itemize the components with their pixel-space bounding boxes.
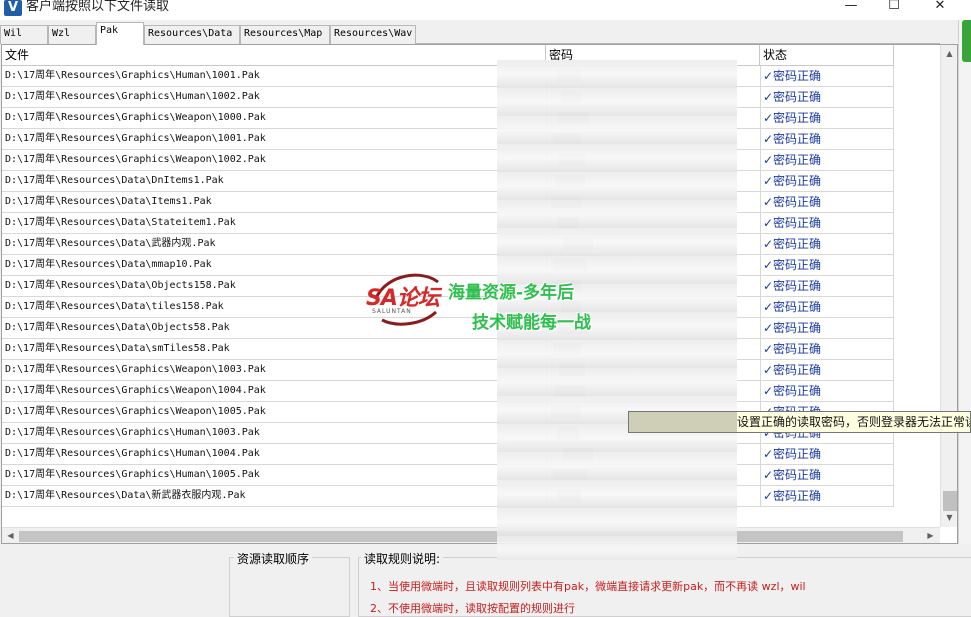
file-path-cell: D:\17周年\Resources\Graphics\Weapon\1001.P… [5,133,266,144]
list-header: 文件 密码 状态 [2,45,894,66]
file-path-cell: D:\17周年\Resources\Data\新武器衣服内观.Pak [5,490,246,501]
watermark-logo-subtext: SALUNTAN [372,308,412,315]
tooltip-text: 设置正确的读取密码，否则登录器无法正常读 [737,415,971,429]
background-green-button [962,20,971,62]
status-cell: ✓密码正确 [760,129,894,149]
scroll-left-icon[interactable]: ◀ [2,527,19,543]
status-cell: ✓密码正确 [760,360,894,380]
status-cell: ✓密码正确 [760,108,894,128]
status-cell: ✓密码正确 [760,381,894,401]
status-cell: ✓密码正确 [760,276,894,296]
status-cell: ✓密码正确 [760,192,894,212]
resource-order-label: 资源读取顺序 [234,550,313,567]
maximize-button[interactable]: ☐ [879,0,909,14]
status-cell: ✓密码正确 [760,465,894,485]
status-cell: ✓密码正确 [760,213,894,233]
tooltip-redaction [629,412,737,432]
file-path-cell: D:\17周年\Resources\Graphics\Weapon\1002.P… [5,154,266,165]
vertical-scrollbar[interactable]: ▲ ▼ [940,45,957,527]
status-cell: ✓密码正确 [760,444,894,464]
tab-resources-map[interactable]: Resources\Map [240,25,330,44]
table-row[interactable]: D:\17周年\Resources\Graphics\Weapon\1003.P… [2,360,894,381]
status-cell: ✓密码正确 [760,234,894,254]
resource-order-group: 资源读取顺序 [229,550,350,617]
watermark: SA论坛 SALUNTAN 海量资源-多年后 技术赋能每一战 [366,268,636,338]
horizontal-scroll-thumb[interactable] [19,531,903,542]
table-row[interactable]: D:\17周年\Resources\Data\武器内观.Pak ✓密码正确 [2,234,894,255]
tab-bar: Wil Wzl Pak Resources\Data Resources\Map… [0,21,940,45]
table-row[interactable]: D:\17周年\Resources\Graphics\Human\1004.Pa… [2,444,894,465]
table-row[interactable]: D:\17周年\Resources\Data\smTiles58.Pak ✓密码正… [2,339,894,360]
scroll-up-icon[interactable]: ▲ [941,45,957,62]
file-path-cell: D:\17周年\Resources\Data\smTiles58.Pak [5,343,230,354]
tooltip: 设置正确的读取密码，否则登录器无法正常读 [628,411,971,433]
table-row[interactable]: D:\17周年\Resources\Data\Stateitem1.Pak ✓密码… [2,213,894,234]
table-row[interactable]: D:\17周年\Resources\Data\DnItems1.Pak ✓密码正确 [2,171,894,192]
status-cell: ✓密码正确 [760,318,894,338]
tab-pak[interactable]: Pak [96,22,144,45]
window-title: 客户端按照以下文件读取 [26,0,170,14]
table-row[interactable]: D:\17周年\Resources\Graphics\Human\1001.Pa… [2,66,894,87]
file-path-cell: D:\17周年\Resources\Graphics\Human\1002.Pa… [5,91,260,102]
app-logo-icon: V [4,0,22,16]
status-cell: ✓密码正确 [760,255,894,275]
rule-line-2: 2、不使用微端时，读取按配置的规则进行 [370,602,575,615]
bottom-panel: 资源读取顺序 读取规则说明: 1、当使用微端时，且读取规则列表中有pak，微端直… [0,545,971,617]
column-header-status[interactable]: 状态 [760,45,894,66]
table-row[interactable]: D:\17周年\Resources\Data\Items1.Pak ✓密码正确 [2,192,894,213]
column-header-file[interactable]: 文件 [2,45,546,66]
rules-label: 读取规则说明: [361,550,444,567]
watermark-slogan-2: 技术赋能每一战 [472,313,591,333]
file-path-cell: D:\17周年\Resources\Graphics\Weapon\1000.P… [5,112,266,123]
status-cell: ✓密码正确 [760,87,894,107]
file-path-cell: D:\17周年\Resources\Graphics\Human\1003.Pa… [5,427,260,438]
file-path-cell: D:\17周年\Resources\Graphics\Human\1005.Pa… [5,469,260,480]
tab-resources-wav[interactable]: Resources\Wav [330,25,416,44]
file-path-cell: D:\17周年\Resources\Graphics\Weapon\1004.P… [5,385,266,396]
table-row[interactable]: D:\17周年\Resources\Graphics\Weapon\1004.P… [2,381,894,402]
tab-wil[interactable]: Wil [0,25,48,44]
scroll-down-icon[interactable]: ▼ [941,509,957,526]
file-path-cell: D:\17周年\Resources\Graphics\Human\1004.Pa… [5,448,260,459]
vertical-scroll-thumb[interactable] [943,491,957,511]
background-window-edge [958,20,971,544]
horizontal-scrollbar[interactable]: ◀ ▶ [2,527,940,543]
table-row[interactable]: D:\17周年\Resources\Graphics\Human\1002.Pa… [2,87,894,108]
file-path-cell: D:\17周年\Resources\Data\Stateitem1.Pak [5,217,236,228]
status-cell: ✓密码正确 [760,171,894,191]
table-row[interactable]: D:\17周年\Resources\Graphics\Weapon\1001.P… [2,129,894,150]
status-cell: ✓密码正确 [760,66,894,86]
minimize-button[interactable]: — [836,0,866,14]
tab-wzl[interactable]: Wzl [48,25,96,44]
file-path-cell: D:\17周年\Resources\Data\Items1.Pak [5,196,212,207]
file-path-cell: D:\17周年\Resources\Data\武器内观.Pak [5,238,216,249]
title-bar: V 客户端按照以下文件读取 — ☐ ✕ [0,0,971,20]
table-row[interactable]: D:\17周年\Resources\Data\新武器衣服内观.Pak ✓密码正确 [2,486,894,507]
scroll-right-icon[interactable]: ▶ [922,527,939,543]
file-path-cell: D:\17周年\Resources\Graphics\Weapon\1003.P… [5,364,266,375]
table-row[interactable]: D:\17周年\Resources\Graphics\Human\1005.Pa… [2,465,894,486]
watermark-slogan-1: 海量资源-多年后 [448,283,575,303]
file-path-cell: D:\17周年\Resources\Data\DnItems1.Pak [5,175,224,186]
rule-line-1: 1、当使用微端时，且读取规则列表中有pak，微端直接请求更新pak，而不再读 w… [370,580,806,593]
file-path-cell: D:\17周年\Resources\Graphics\Weapon\1005.P… [5,406,266,417]
table-row[interactable]: D:\17周年\Resources\Graphics\Weapon\1000.P… [2,108,894,129]
table-row[interactable]: D:\17周年\Resources\Graphics\Weapon\1002.P… [2,150,894,171]
tab-resources-data[interactable]: Resources\Data [144,25,240,44]
status-cell: ✓密码正确 [760,297,894,317]
file-path-cell: D:\17周年\Resources\Graphics\Human\1001.Pa… [5,70,260,81]
status-cell: ✓密码正确 [760,150,894,170]
close-button[interactable]: ✕ [925,0,955,14]
status-cell: ✓密码正确 [760,339,894,359]
status-cell: ✓密码正确 [760,486,894,506]
